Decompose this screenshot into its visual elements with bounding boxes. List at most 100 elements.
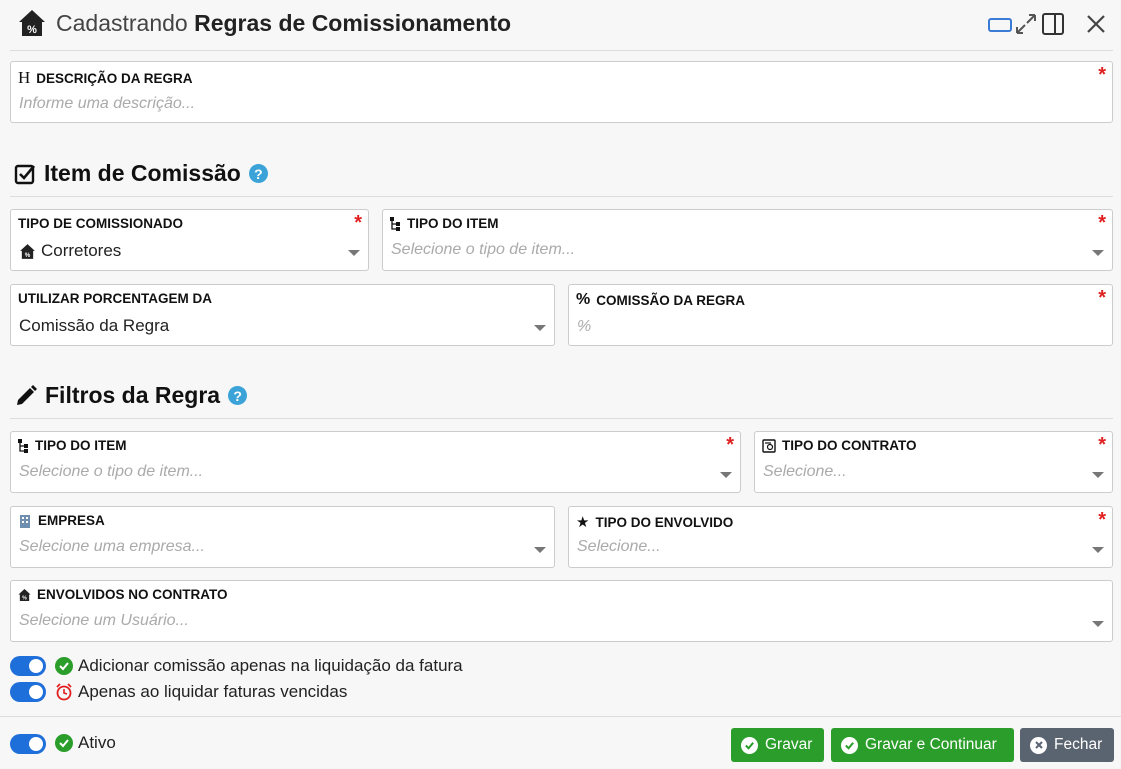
required-marker: *	[1098, 287, 1106, 309]
ativo-label: Ativo	[78, 733, 116, 752]
gravar-continuar-button[interactable]: Gravar e Continuar	[831, 728, 1014, 762]
tipo-envolvido-select[interactable]: ★ TIPO DO ENVOLVIDO * Selecione...	[568, 506, 1113, 568]
caret-down-icon	[348, 250, 360, 256]
caret-down-icon	[1092, 547, 1104, 553]
comissao-regra-label: COMISSÃO DA REGRA	[596, 292, 745, 308]
filtro-tipo-item-label: TIPO DO ITEM	[35, 438, 127, 453]
tipo-item-placeholder: Selecione o tipo de item...	[391, 241, 576, 258]
envolvidos-select[interactable]: % ENVOLVIDOS NO CONTRATO Selecione um Us…	[10, 580, 1113, 642]
modal-header: % Cadastrando Regras de Comissionamento	[0, 0, 1121, 50]
caret-down-icon	[534, 547, 546, 553]
filtros-regra-title: Filtros da Regra	[45, 382, 221, 408]
vencidas-row: Apenas ao liquidar faturas vencidas	[55, 682, 347, 702]
modal-title: Cadastrando Regras de Comissionamento	[56, 10, 511, 37]
required-marker: *	[1098, 509, 1106, 531]
tipo-comissionado-select[interactable]: TIPO DE COMISSIONADO * % Corretores	[10, 209, 369, 271]
tipo-envolvido-placeholder: Selecione...	[577, 538, 661, 555]
tipo-item-select[interactable]: TIPO DO ITEM * Selecione o tipo de item.…	[382, 209, 1113, 271]
check-circle-icon	[55, 657, 73, 675]
tipo-envolvido-label: TIPO DO ENVOLVIDO	[595, 514, 734, 530]
fechar-button[interactable]: Fechar	[1020, 728, 1114, 762]
liquidacao-label: Adicionar comissão apenas na liquidação …	[78, 656, 463, 675]
tipo-comissionado-value-wrap: % Corretores	[19, 241, 121, 261]
hierarchy-icon	[18, 438, 28, 453]
title-main: Regras de Comissionamento	[194, 10, 512, 36]
tipo-comissionado-label: TIPO DE COMISSIONADO	[18, 216, 184, 231]
ativo-toggle[interactable]	[10, 734, 46, 754]
title-prefix: Cadastrando	[56, 10, 188, 36]
tipo-contrato-label-wrap: TIPO DO CONTRATO	[762, 438, 917, 453]
help-icon[interactable]: ?	[228, 386, 248, 405]
house-percent-icon: %	[19, 10, 45, 36]
envolvidos-label-wrap: % ENVOLVIDOS NO CONTRATO	[18, 587, 228, 602]
check-circle-icon	[741, 736, 758, 754]
fechar-label: Fechar	[1054, 736, 1103, 753]
utilizar-porcentagem-label: UTILIZAR PORCENTAGEM DA	[18, 291, 212, 306]
close-icon[interactable]	[1085, 12, 1107, 36]
gravar-continuar-label: Gravar e Continuar	[865, 736, 997, 753]
modal-footer: Ativo Gravar Gravar e Continuar Fechar	[0, 716, 1121, 769]
caret-down-icon	[720, 472, 732, 478]
required-marker: *	[1098, 64, 1106, 86]
tipo-item-label: TIPO DO ITEM	[407, 216, 499, 231]
percent-icon: %	[576, 291, 591, 308]
tipo-contrato-label: TIPO DO CONTRATO	[782, 438, 917, 453]
filtro-tipo-item-select[interactable]: TIPO DO ITEM * Selecione o tipo de item.…	[10, 431, 741, 493]
filtro-tipo-item-placeholder: Selecione o tipo de item...	[19, 463, 204, 480]
check-circle-icon	[55, 734, 73, 752]
envolvidos-placeholder: Selecione um Usuário...	[19, 612, 189, 629]
comissao-regra-label-wrap: % COMISSÃO DA REGRA	[576, 291, 745, 309]
expand-icon[interactable]	[1014, 12, 1038, 36]
ativo-row: Ativo	[55, 733, 116, 753]
section-divider	[10, 418, 1113, 419]
building-icon	[20, 514, 30, 528]
contract-icon	[762, 438, 776, 453]
house-percent-icon: %	[20, 243, 35, 259]
hierarchy-icon	[390, 216, 400, 231]
tipo-item-label-wrap: TIPO DO ITEM	[390, 216, 499, 231]
required-marker: *	[354, 212, 362, 234]
vencidas-toggle[interactable]	[10, 682, 46, 702]
restore-window-icon[interactable]	[987, 12, 1013, 36]
comissao-regra-field[interactable]: % COMISSÃO DA REGRA *	[568, 284, 1113, 346]
caret-down-icon	[1092, 250, 1104, 256]
svg-text:%: %	[27, 24, 37, 36]
caret-down-icon	[534, 325, 546, 331]
gravar-label: Gravar	[765, 736, 813, 753]
empresa-select[interactable]: EMPRESA Selecione uma empresa...	[10, 506, 555, 568]
empresa-label-wrap: EMPRESA	[18, 513, 105, 528]
house-percent-icon: %	[18, 588, 31, 601]
tipo-comissionado-label-wrap: TIPO DE COMISSIONADO	[18, 216, 183, 231]
tipo-contrato-placeholder: Selecione...	[763, 463, 847, 480]
pencil-icon	[17, 384, 37, 405]
envolvidos-label: ENVOLVIDOS NO CONTRATO	[37, 587, 228, 602]
filtros-regra-heading: Filtros da Regra ?	[14, 382, 248, 409]
item-comissao-heading: Item de Comissão ?	[14, 160, 268, 187]
checkbox-icon	[14, 164, 35, 184]
caret-down-icon	[1092, 472, 1104, 478]
times-circle-icon	[1030, 736, 1047, 754]
side-panel-icon[interactable]	[1041, 12, 1065, 36]
empresa-label: EMPRESA	[38, 513, 105, 528]
liquidacao-row: Adicionar comissão apenas na liquidação …	[55, 656, 463, 676]
liquidacao-toggle[interactable]	[10, 656, 46, 676]
vencidas-label: Apenas ao liquidar faturas vencidas	[78, 682, 348, 701]
descricao-field[interactable]: H DESCRIÇÃO DA REGRA *	[10, 61, 1113, 123]
required-marker: *	[1098, 212, 1106, 234]
descricao-label: DESCRIÇÃO DA REGRA	[36, 70, 193, 86]
section-divider	[10, 196, 1113, 197]
comissao-regra-input[interactable]	[577, 318, 1066, 336]
svg-text:%: %	[22, 595, 27, 601]
descricao-input[interactable]	[19, 95, 1010, 113]
star-icon: ★	[576, 514, 590, 531]
required-marker: *	[1098, 434, 1106, 456]
utilizar-porcentagem-value: Comissão da Regra	[19, 316, 170, 335]
help-icon[interactable]: ?	[248, 164, 268, 183]
required-marker: *	[726, 434, 734, 456]
empresa-placeholder: Selecione uma empresa...	[19, 538, 205, 555]
utilizar-porcentagem-select[interactable]: UTILIZAR PORCENTAGEM DA Comissão da Regr…	[10, 284, 555, 346]
tipo-contrato-select[interactable]: TIPO DO CONTRATO * Selecione...	[754, 431, 1113, 493]
heading-icon: H	[18, 68, 31, 87]
gravar-button[interactable]: Gravar	[731, 728, 824, 762]
svg-text:%: %	[25, 252, 31, 259]
